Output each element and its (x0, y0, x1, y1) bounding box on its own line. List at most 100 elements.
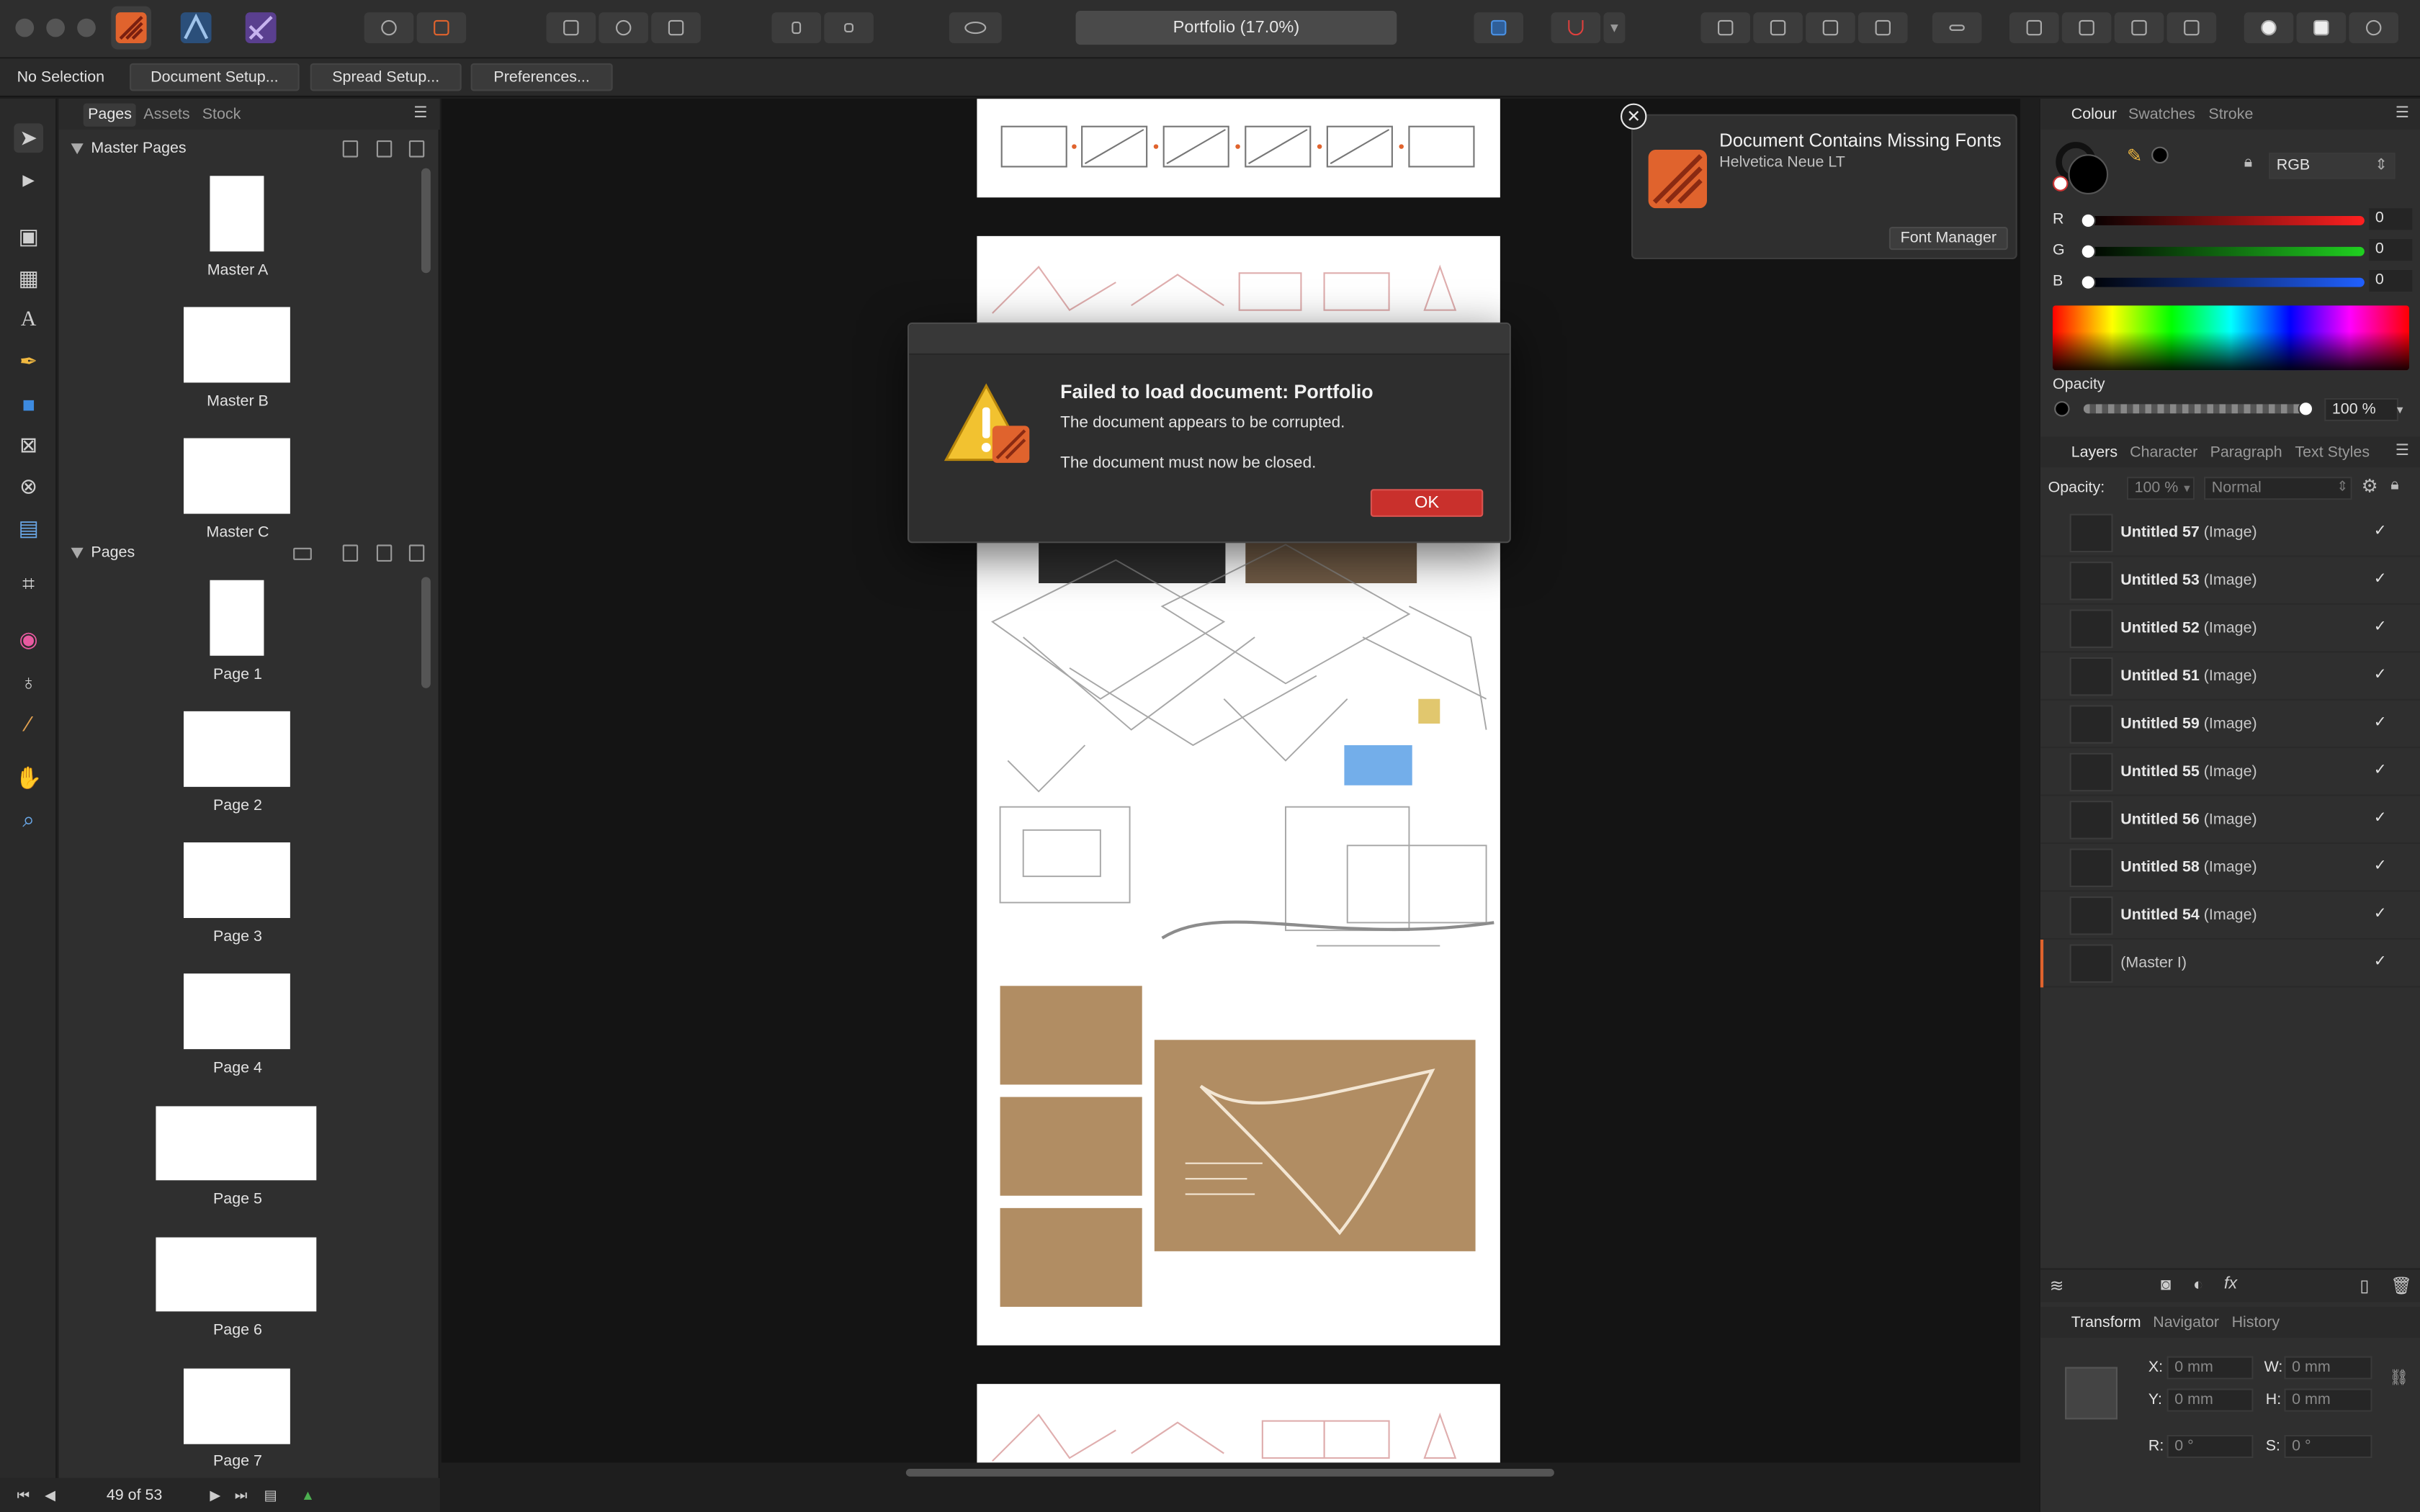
duplicate-master-icon[interactable] (376, 140, 393, 158)
x-field[interactable]: 0 mm (2166, 1356, 2254, 1380)
apply-master-icon[interactable] (293, 547, 312, 560)
gear-icon[interactable]: ⚙ (2362, 475, 2378, 497)
add-master-icon[interactable] (342, 140, 359, 158)
snapping-options-chevron-icon[interactable]: ▾ (1603, 12, 1626, 43)
publisher-persona-icon[interactable] (111, 6, 151, 50)
visibility-checkbox[interactable]: ✓ (2374, 667, 2391, 684)
layer-row[interactable]: Untitled 54 (Image) ✓ (2040, 892, 2420, 940)
tab-assets[interactable]: Assets (143, 107, 189, 124)
visibility-checkbox[interactable]: ✓ (2374, 571, 2391, 588)
delete-page-icon[interactable] (408, 544, 425, 562)
node-tool-icon[interactable]: ▶ (14, 166, 43, 196)
pen-tool-icon[interactable]: ✒ (14, 347, 43, 377)
rotation-field[interactable]: 0 ° (2166, 1434, 2254, 1458)
preflight-status-icon[interactable]: ▲ (301, 1488, 315, 1503)
zoom-window-button[interactable] (77, 18, 96, 37)
opacity-slider[interactable] (2083, 404, 2309, 414)
artistic-text-tool-icon[interactable]: A (14, 305, 43, 335)
tab-colour[interactable]: Colour (2071, 107, 2117, 124)
slider-knob[interactable] (2080, 274, 2096, 290)
preferences-button[interactable]: Preferences... (470, 63, 613, 91)
visibility-checkbox[interactable]: ✓ (2374, 523, 2391, 540)
panel-menu-icon[interactable]: ☰ (2396, 105, 2409, 122)
designer-persona-icon[interactable] (176, 6, 216, 50)
master-pages-header[interactable]: Master Pages (58, 134, 439, 165)
zoom-tool-icon[interactable]: ⌕ (14, 806, 43, 835)
red-slider[interactable]: R 0 (2053, 208, 2413, 233)
hand-tool-icon[interactable]: ✋ (14, 764, 43, 793)
layer-row[interactable]: Untitled 52 (Image) ✓ (2040, 605, 2420, 653)
layer-row[interactable]: Untitled 55 (Image) ✓ (2040, 748, 2420, 796)
add-layer-icon[interactable]: ▯ (2360, 1276, 2369, 1296)
visibility-checkbox[interactable]: ✓ (2374, 714, 2391, 732)
visibility-checkbox[interactable]: ✓ (2374, 858, 2391, 875)
pin-icon[interactable] (771, 12, 821, 43)
tab-pages[interactable]: Pages (83, 103, 137, 127)
blue-slider[interactable]: B 0 (2053, 270, 2413, 294)
visibility-checkbox[interactable]: ✓ (2374, 810, 2391, 827)
minimize-window-button[interactable] (46, 18, 65, 37)
visibility-checkbox[interactable]: ✓ (2374, 906, 2391, 923)
spread-setup-button[interactable]: Spread Setup... (310, 63, 462, 91)
layer-row[interactable]: Untitled 57 (Image) ✓ (2040, 509, 2420, 557)
arrange-front-icon[interactable] (1858, 12, 1908, 43)
boolean-intersect-icon[interactable] (2349, 12, 2398, 43)
page-menu-icon[interactable]: ▤ (264, 1488, 277, 1505)
adjustment-icon[interactable]: ◐ (2193, 1276, 2203, 1295)
panel-menu-icon[interactable]: ☰ (413, 105, 427, 122)
frame-text-tool-icon[interactable]: ▣ (14, 222, 43, 252)
layer-row[interactable]: Untitled 59 (Image) ✓ (2040, 701, 2420, 749)
tab-stock[interactable]: Stock (202, 107, 241, 124)
tab-character[interactable]: Character (2130, 444, 2197, 462)
shear-field[interactable]: 0 ° (2284, 1434, 2372, 1458)
last-page-icon[interactable]: ⏭ (235, 1488, 247, 1505)
no-fill-icon[interactable] (2053, 176, 2069, 192)
transparency-tool-icon[interactable]: ♁ (14, 667, 43, 696)
tab-stroke[interactable]: Stroke (2208, 107, 2253, 124)
color-picker-tool-icon[interactable]: ⁄ (14, 708, 43, 738)
view-mode-bleed-icon[interactable] (599, 12, 648, 43)
layer-row[interactable]: Untitled 58 (Image) ✓ (2040, 844, 2420, 892)
stop-icon[interactable] (824, 12, 874, 43)
eyedropper-icon[interactable]: ✎ (2127, 145, 2143, 166)
photo-persona-icon[interactable] (241, 6, 281, 50)
canvas-horizontal-scrollbar[interactable] (905, 1468, 1554, 1477)
slider-knob[interactable] (2298, 401, 2314, 417)
tab-text-styles[interactable]: Text Styles (2295, 444, 2370, 462)
tab-swatches[interactable]: Swatches (2128, 107, 2195, 124)
picture-frame-tool-icon[interactable]: ⊠ (14, 431, 43, 460)
boolean-add-icon[interactable] (2244, 12, 2294, 43)
colour-model-select[interactable]: RGB ⇕ (2269, 153, 2396, 179)
spread-page[interactable] (977, 99, 1500, 198)
add-page-icon[interactable] (342, 544, 359, 562)
green-value[interactable]: 0 (2369, 239, 2413, 261)
tab-paragraph[interactable]: Paragraph (2210, 444, 2282, 462)
arrange-back-icon[interactable] (1700, 12, 1750, 43)
next-page-icon[interactable]: ▶ (210, 1488, 220, 1505)
anchor-point-selector[interactable] (2065, 1367, 2118, 1420)
flip-horizontal-icon[interactable] (2009, 12, 2059, 43)
lock-icon[interactable]: 🔒︎ (2244, 154, 2252, 171)
ellipse-frame-tool-icon[interactable]: ⊗ (14, 472, 43, 502)
document-canvas[interactable] (441, 99, 2020, 1463)
red-value[interactable]: 0 (2369, 208, 2413, 230)
flip-vertical-icon[interactable] (2061, 12, 2112, 43)
trash-icon[interactable]: 🗑︎ (2390, 1276, 2412, 1296)
place-icon[interactable] (364, 12, 414, 43)
mask-icon[interactable]: ◙ (2161, 1276, 2171, 1295)
rotate-left-icon[interactable] (2114, 12, 2164, 43)
tab-history[interactable]: History (2232, 1315, 2280, 1332)
opacity-value[interactable]: 100 % (2324, 397, 2398, 421)
sketch-photo-image[interactable] (1000, 1097, 1142, 1196)
rotate-right-icon[interactable] (2166, 12, 2217, 43)
arrange-backward-icon[interactable] (1753, 12, 1803, 43)
first-page-icon[interactable]: ⏮ (17, 1488, 30, 1505)
lock-icon[interactable]: 🔒︎ (2390, 477, 2398, 494)
crop-tool-icon[interactable]: ⌗ (14, 570, 43, 599)
arrange-forward-icon[interactable] (1806, 12, 1855, 43)
fx-icon[interactable]: fx (2224, 1274, 2237, 1293)
layer-row[interactable]: Untitled 56 (Image) ✓ (2040, 796, 2420, 845)
rectangle-tool-icon[interactable]: ■ (14, 389, 43, 418)
slider-knob[interactable] (2080, 243, 2096, 259)
panel-menu-icon[interactable]: ☰ (2396, 443, 2409, 460)
